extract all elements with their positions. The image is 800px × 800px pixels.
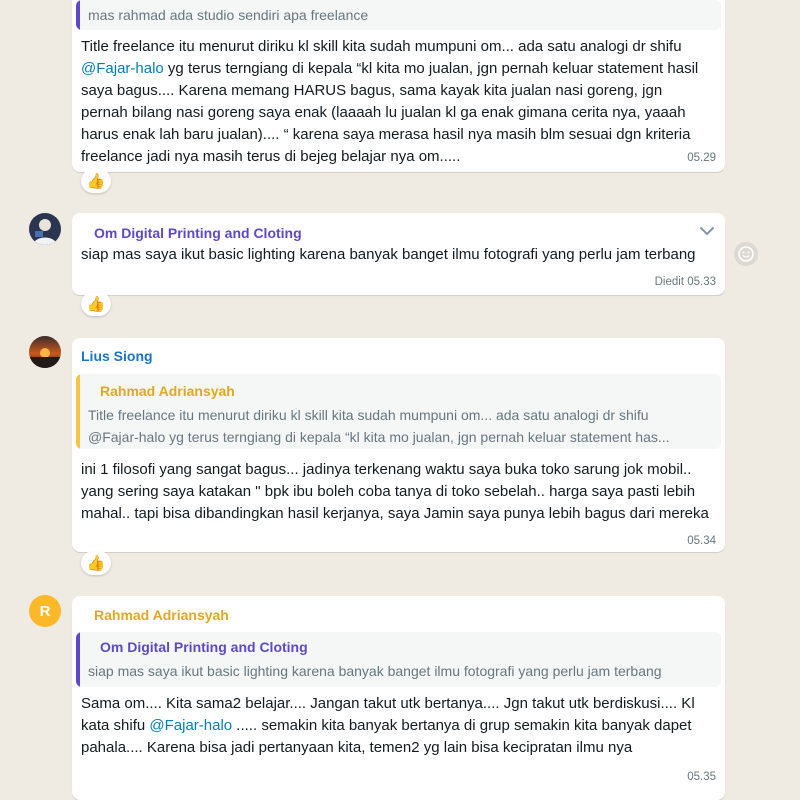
sender-name[interactable]: Rahmad Adriansyah <box>94 607 229 623</box>
message-text: Title freelance itu menurut diriku kl sk… <box>81 36 711 168</box>
message-text: Sama om.... Kita sama2 belajar.... Janga… <box>81 693 711 759</box>
mention-link[interactable]: @Fajar-halo <box>149 717 232 734</box>
quoted-message[interactable]: Rahmad Adriansyah Title freelance itu me… <box>76 374 721 449</box>
time-value: 05.33 <box>687 276 716 288</box>
thumbs-up-reaction[interactable]: 👍 <box>81 292 111 316</box>
smiley-icon[interactable] <box>734 242 758 266</box>
avatar[interactable]: R <box>29 595 61 627</box>
message-time: 05.34 <box>687 535 716 547</box>
avatar-letter: R <box>39 602 51 620</box>
quoted-message[interactable]: mas rahmad ada studio sendiri apa freela… <box>76 0 721 30</box>
sender-name[interactable]: Om Digital Printing and Cloting <box>94 225 302 241</box>
message-bubble-3[interactable]: Lius Siong Rahmad Adriansyah Title freel… <box>72 338 725 552</box>
avatar[interactable] <box>29 213 61 245</box>
chevron-down-icon[interactable] <box>698 222 716 240</box>
message-text: ini 1 filosofi yang sangat bagus... jadi… <box>81 461 709 522</box>
quote-bar <box>76 632 80 687</box>
quote-text: mas rahmad ada studio sendiri apa freela… <box>88 7 369 23</box>
quote-bar <box>76 374 80 449</box>
message-time: 05.35 <box>687 771 716 783</box>
thumbs-up-reaction[interactable]: 👍 <box>81 551 111 575</box>
message-bubble-4[interactable]: Rahmad Adriansyah Om Digital Printing an… <box>72 596 725 800</box>
message-time: Diedit 05.33 <box>655 276 716 288</box>
message-text: siap mas saya ikut basic lighting karena… <box>81 246 696 263</box>
message-text-part: Title freelance itu menurut diriku kl sk… <box>81 38 682 55</box>
message-bubble-1[interactable]: mas rahmad ada studio sendiri apa freela… <box>72 0 725 172</box>
quote-text: @Fajar-halo yg terus terngiang di kepala… <box>88 429 670 445</box>
message-text-part: yg terus terngiang di kepala “kl kita mo… <box>81 60 699 165</box>
quote-sender: Rahmad Adriansyah <box>100 383 235 399</box>
mention-link[interactable]: @Fajar-halo <box>81 60 164 77</box>
quote-text: Title freelance itu menurut diriku kl sk… <box>88 407 649 423</box>
quote-sender: Om Digital Printing and Cloting <box>100 639 308 655</box>
quote-bar <box>76 0 80 30</box>
quote-text: siap mas saya ikut basic lighting karena… <box>88 663 662 679</box>
sender-name[interactable]: Lius Siong <box>81 348 153 364</box>
avatar-image <box>29 213 61 245</box>
edited-label: Diedit <box>654 276 685 288</box>
message-bubble-2[interactable]: Om Digital Printing and Cloting siap mas… <box>72 213 725 295</box>
avatar-image <box>29 336 61 368</box>
message-time: 05.29 <box>687 152 716 164</box>
quoted-message[interactable]: Om Digital Printing and Cloting siap mas… <box>76 632 721 687</box>
avatar[interactable] <box>29 336 61 368</box>
thumbs-up-reaction[interactable]: 👍 <box>81 169 111 193</box>
